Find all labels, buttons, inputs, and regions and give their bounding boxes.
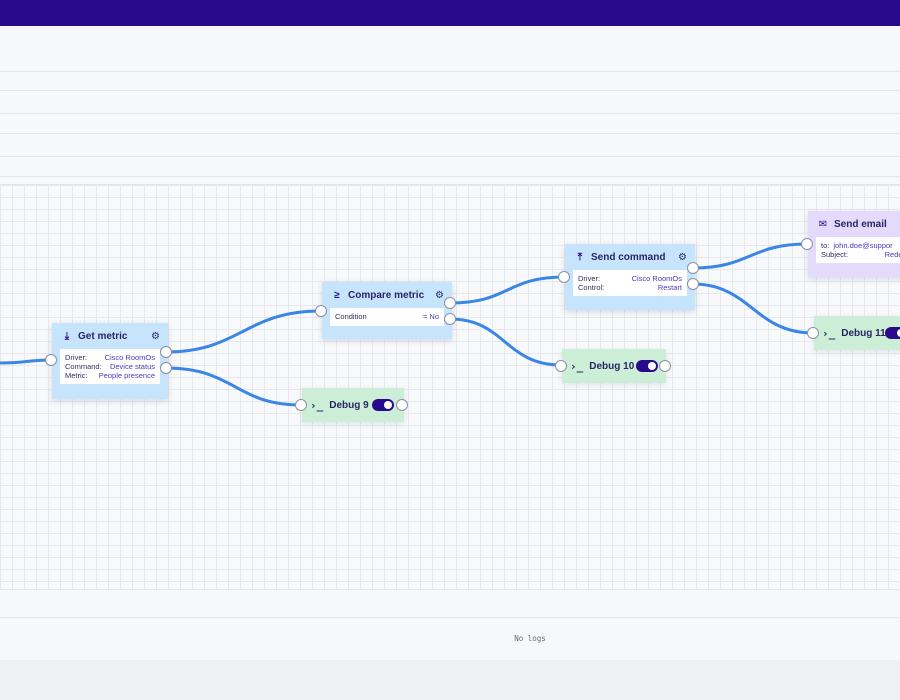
prop-key: Control:	[578, 283, 605, 292]
input-port[interactable]	[801, 238, 813, 250]
output-port-true[interactable]	[444, 297, 456, 309]
output-port-true[interactable]	[160, 346, 172, 358]
debug-10-toggle[interactable]	[636, 360, 658, 372]
gear-icon[interactable]: ⚙	[151, 331, 160, 342]
wire-send-command-debug11	[691, 282, 815, 335]
prop-value: People presence	[98, 371, 155, 380]
divider	[0, 71, 900, 72]
input-port[interactable]	[295, 399, 307, 411]
flow-canvas[interactable]: ⤓ Get metric ⚙ Driver: Cisco RoomOs Comma…	[0, 184, 900, 590]
divider	[0, 133, 900, 134]
wire-input-get-metric	[0, 358, 52, 365]
terminal-icon: ›_	[822, 326, 836, 340]
divider	[0, 90, 900, 91]
prop-key: to:	[821, 241, 830, 250]
debug-label: Debug 9	[329, 399, 369, 411]
node-title: Send email	[834, 218, 887, 230]
input-port[interactable]	[45, 354, 57, 366]
input-port[interactable]	[807, 327, 819, 339]
node-properties: Driver: Cisco RoomOs Control: Restart	[573, 270, 687, 296]
terminal-icon: ›_	[570, 359, 584, 373]
wire-get-metric-debug9	[164, 366, 303, 407]
terminal-icon: ›_	[310, 398, 324, 412]
logs-empty-text: No logs	[514, 634, 546, 643]
prop-value: Restart	[657, 283, 682, 292]
divider	[0, 176, 900, 177]
prop-key: Driver:	[65, 353, 88, 362]
greater-equal-icon: ≥	[334, 289, 340, 301]
divider	[0, 156, 900, 157]
envelope-icon: ✉	[818, 218, 828, 230]
wire-compare-send-command	[448, 275, 567, 305]
send-command-node[interactable]: ⤒ Send command ⚙ Driver: Cisco RoomOs Con…	[565, 244, 695, 310]
wire-send-command-email	[691, 242, 809, 270]
node-title: Get metric	[78, 330, 128, 342]
input-port[interactable]	[315, 305, 327, 317]
node-properties: to:john.doe@suppor Subject: Redema	[816, 237, 900, 263]
wire-compare-debug10	[448, 317, 563, 367]
wire-get-metric-compare	[164, 309, 323, 354]
output-port[interactable]	[396, 399, 408, 411]
node-properties: Driver: Cisco RoomOs Command: Device statu…	[60, 349, 160, 384]
debug-11-toggle[interactable]	[885, 327, 900, 339]
divider	[0, 113, 900, 114]
prop-value: Cisco RoomOs	[104, 353, 155, 362]
prop-value: = No	[422, 312, 439, 321]
node-title: Compare metric	[348, 289, 425, 301]
debug-label: Debug 11	[841, 327, 886, 339]
gear-icon[interactable]: ⚙	[678, 252, 687, 263]
node-properties: Condition = No	[330, 308, 444, 326]
input-port[interactable]	[555, 360, 567, 372]
input-port[interactable]	[558, 271, 570, 283]
prop-key: Driver:	[578, 274, 601, 283]
download-icon: ⤓	[64, 330, 70, 342]
debug-label: Debug 10	[589, 360, 635, 372]
prop-value: john.doe@suppor	[833, 241, 893, 250]
prop-key: Metric:	[65, 371, 88, 380]
prop-value: Device status	[109, 362, 155, 371]
output-port-false[interactable]	[444, 313, 456, 325]
logs-divider	[0, 617, 900, 618]
prop-value: Cisco RoomOs	[631, 274, 682, 283]
prop-key: Command:	[65, 362, 102, 371]
prop-value: Redema	[884, 250, 900, 259]
compare-metric-node[interactable]: ≥ Compare metric ⚙ Condition = No	[322, 282, 452, 339]
top-bar	[0, 0, 900, 26]
output-port-false[interactable]	[687, 278, 699, 290]
gear-icon[interactable]: ⚙	[435, 290, 444, 301]
prop-key: Subject:	[821, 250, 849, 259]
debug-9-toggle[interactable]	[372, 399, 394, 411]
node-title: Send command	[591, 251, 666, 263]
prop-key: Condition	[335, 312, 367, 321]
upload-icon: ⤒	[577, 251, 583, 263]
output-port-false[interactable]	[160, 362, 172, 374]
output-port[interactable]	[659, 360, 671, 372]
get-metric-node[interactable]: ⤓ Get metric ⚙ Driver: Cisco RoomOs Comma…	[52, 323, 168, 399]
output-port-true[interactable]	[687, 262, 699, 274]
send-email-node[interactable]: ✉ Send email to: john.doe@suppor Subject:…	[808, 211, 900, 277]
